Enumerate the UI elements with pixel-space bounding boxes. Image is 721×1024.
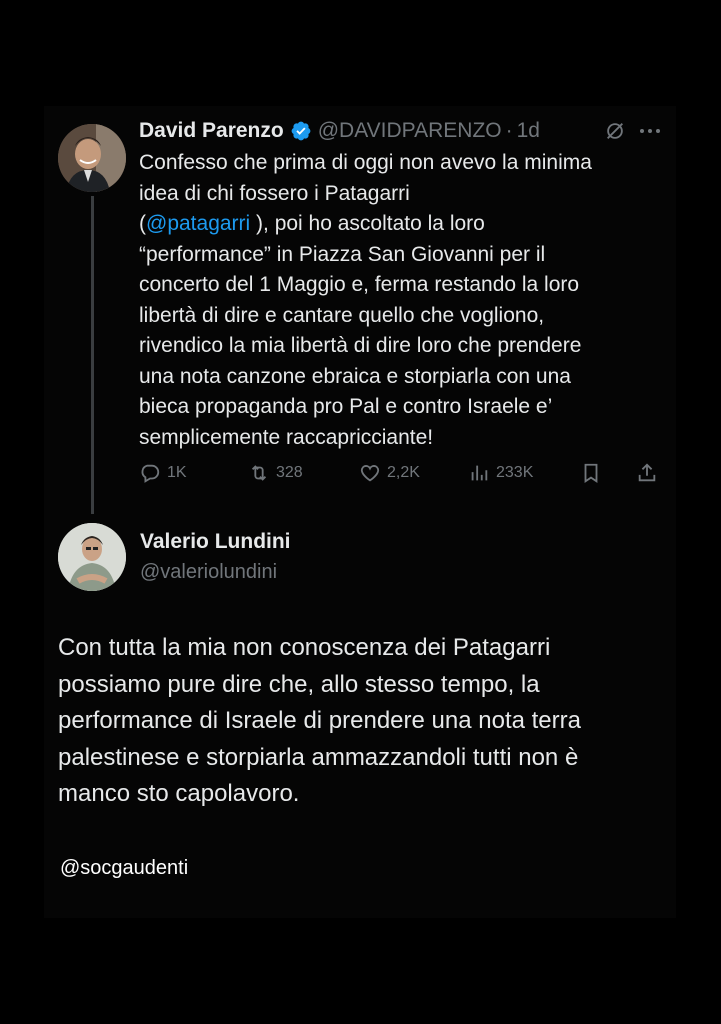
tweet-line: manco sto capolavoro. <box>58 780 300 807</box>
views-count: 233K <box>496 464 534 481</box>
tweet-line: performance di Israele di prendere una n… <box>58 707 581 734</box>
repost-button[interactable]: 328 <box>248 460 303 486</box>
repost-icon <box>251 465 267 481</box>
watermark-handle: @socgaudenti <box>60 857 189 879</box>
tweet-line: Con tutta la mia non conoscenza dei Pata… <box>58 634 551 661</box>
author-name[interactable]: David Parenzo <box>139 119 284 143</box>
author-name[interactable]: Valerio Lundini <box>140 530 291 554</box>
author-handle[interactable]: @DAVIDPARENZO <box>318 119 502 143</box>
tweet-line: una nota canzone ebraica e storpiarla co… <box>139 364 571 388</box>
tweet-line: semplicemente raccapricciante! <box>139 425 434 449</box>
bookmark-icon <box>584 463 598 483</box>
share-icon <box>638 463 656 482</box>
heart-icon <box>360 465 380 482</box>
tweet-line: libertà di dire e cantare quello che vog… <box>139 303 545 327</box>
tweet-line: “performance” in Piazza San Giovanni per… <box>139 242 546 266</box>
reply-count: 1K <box>167 464 187 481</box>
avatar-valerio-lundini[interactable] <box>58 523 126 591</box>
tweet2-text: Con tutta la mia non conoscenza dei Pata… <box>58 630 658 813</box>
bookmark-button[interactable] <box>580 460 602 486</box>
like-count: 2,2K <box>387 464 420 481</box>
views-chart-icon <box>471 465 488 481</box>
more-options-icon[interactable] <box>637 120 663 142</box>
share-button[interactable] <box>636 460 658 486</box>
mention-link[interactable]: @patagarri <box>146 212 250 235</box>
tweet-timestamp[interactable]: 1d <box>517 119 540 143</box>
tweet-line: rivendico la mia libertà di dire loro ch… <box>139 334 582 357</box>
reply-button[interactable]: 1K <box>139 460 187 486</box>
avatar-david-parenzo[interactable] <box>58 124 126 192</box>
author-handle[interactable]: @valeriolundini <box>140 561 277 584</box>
separator-dot: · <box>505 119 513 142</box>
tweet-line: concerto del 1 Maggio e, ferma restando … <box>139 273 580 296</box>
tweet-line: possiamo pure dire che, allo stesso temp… <box>58 670 540 698</box>
thread-connector <box>91 196 94 514</box>
tweet1-header: David Parenzo @DAVIDPARENZO · 1d <box>139 116 540 146</box>
tweet1-text: Confesso che prima di oggi non avevo la … <box>139 148 659 453</box>
like-button[interactable]: 2,2K <box>359 460 420 486</box>
tweet-line: bieca propaganda pro Pal e contro Israel… <box>139 395 553 418</box>
tweet-line: Confesso che prima di oggi non avevo la … <box>139 151 592 174</box>
repost-count: 328 <box>276 464 303 481</box>
tweet-line: palestinese e storpiarla ammazzandoli tu… <box>58 743 579 771</box>
paren-open: ( <box>139 212 146 235</box>
tweet-line-mention: (@patagarri ), poi ho ascoltato la loro <box>139 209 659 240</box>
tweet-fragment: ), poi ho ascoltato la loro <box>250 212 485 235</box>
verified-badge-icon <box>291 121 311 141</box>
views-button[interactable]: 233K <box>468 460 533 486</box>
grok-icon[interactable] <box>604 120 626 142</box>
tweet-line: idea di chi fossero i Patagarri <box>139 181 410 205</box>
reply-icon <box>141 464 160 483</box>
